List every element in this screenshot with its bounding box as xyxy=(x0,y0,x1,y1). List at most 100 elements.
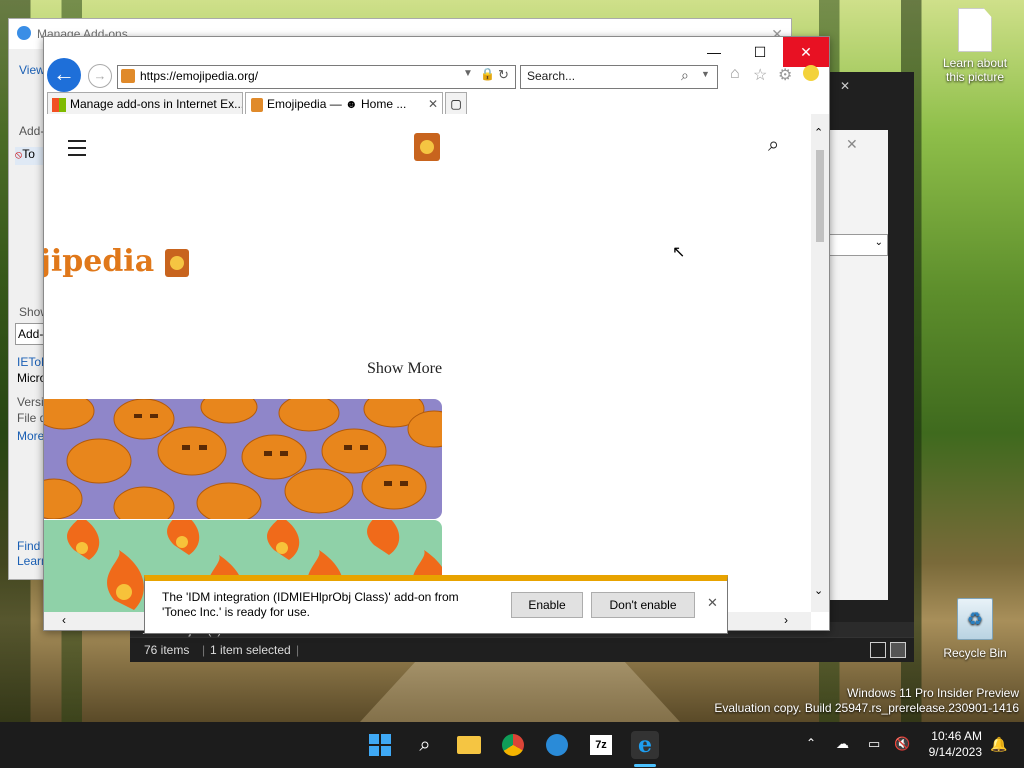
vertical-scrollbar[interactable]: ⌃ ⌄ xyxy=(811,114,829,612)
status-divider: | xyxy=(296,643,300,657)
home-icon[interactable]: ⌂ xyxy=(730,65,740,83)
chevron-down-icon: ⌄ xyxy=(874,237,883,248)
site-favicon xyxy=(121,69,135,83)
scroll-down-icon[interactable]: ⌄ xyxy=(814,584,823,597)
wordmark-text: jipedia xyxy=(44,244,155,279)
close-icon[interactable]: ✕ xyxy=(846,136,858,153)
start-icon[interactable] xyxy=(366,731,394,759)
search-placeholder[interactable]: Search... xyxy=(527,69,575,83)
view-link[interactable]: View xyxy=(19,63,45,77)
maximize-icon[interactable]: ☐ xyxy=(737,37,783,67)
addon-types-label: Add- xyxy=(19,124,45,138)
back-button[interactable]: ← xyxy=(47,58,81,92)
clock-date: 9/14/2023 xyxy=(928,745,982,759)
windows-watermark: Windows 11 Pro Insider Preview Evaluatio… xyxy=(714,686,1019,716)
recycle-bin-icon: ♻ xyxy=(957,598,993,640)
toolbars-label: To xyxy=(22,147,35,161)
halloween-pumpkins-image[interactable] xyxy=(44,399,442,519)
tab-label: Emojipedia — ☻ Home ... xyxy=(267,97,407,111)
close-icon[interactable]: ✕ xyxy=(783,37,829,67)
address-bar[interactable]: https://emojipedia.org/ ▼ 🔒 ↻ xyxy=(117,65,516,89)
volume-muted-icon[interactable]: 🔇 xyxy=(894,736,910,752)
desktop-icon-label: Recycle Bin xyxy=(943,646,1007,660)
tiles-view-icon[interactable] xyxy=(890,642,906,658)
show-more-link[interactable]: Show More xyxy=(367,360,442,378)
version-label: Versi xyxy=(17,395,44,409)
emojipedia-logo-icon[interactable] xyxy=(414,133,440,161)
show-dropdown-value: Add- xyxy=(18,327,44,341)
7zip-icon[interactable]: 7z xyxy=(587,731,615,759)
windows-logo-icon xyxy=(52,97,66,112)
internet-explorer-icon[interactable]: e xyxy=(631,731,659,759)
chrome-icon[interactable] xyxy=(499,731,527,759)
document-icon xyxy=(958,8,992,52)
ie-globe-icon xyxy=(17,26,31,40)
status-items: 76 items xyxy=(144,643,190,657)
explorer-dialog-fragment: ✕ ⌄ xyxy=(826,130,888,600)
search-box[interactable]: Search... ⌕ ▼ xyxy=(520,65,718,89)
refresh-icon[interactable]: ↻ xyxy=(498,67,509,83)
search-icon[interactable]: ⌕ xyxy=(411,731,439,759)
network-app-icon[interactable] xyxy=(543,731,571,759)
scroll-left-icon[interactable]: ‹ xyxy=(62,613,66,627)
gear-icon[interactable]: ⚙ xyxy=(778,65,792,85)
active-app-indicator xyxy=(634,764,656,767)
addon-publisher: Micro xyxy=(17,371,47,385)
scroll-right-icon[interactable]: › xyxy=(784,613,788,627)
dropdown-fragment[interactable]: ⌄ xyxy=(826,234,888,256)
forward-button[interactable]: → xyxy=(88,64,112,88)
minimize-icon[interactable]: — xyxy=(691,37,737,67)
mouse-cursor: ↖ xyxy=(672,244,686,261)
scroll-up-icon[interactable]: ⌃ xyxy=(814,126,823,139)
close-icon[interactable]: ✕ xyxy=(707,595,718,611)
notification-message: The 'IDM integration (IDMIEHlprObj Class… xyxy=(162,590,459,620)
smiley-feedback-icon[interactable] xyxy=(803,65,819,81)
tab-emojipedia[interactable]: Emojipedia — ☻ Home ... ✕ xyxy=(245,92,443,116)
emojipedia-wordmark[interactable]: jipedia xyxy=(44,244,189,279)
notification-bell-icon[interactable]: 🔔 xyxy=(990,736,1007,753)
ie-toolbar-area: — ☐ ✕ ← → https://emojipedia.org/ ▼ 🔒 ↻ … xyxy=(44,37,829,116)
status-divider: | xyxy=(202,643,206,657)
watermark-line2: Evaluation copy. Build 25947.rs_prerelea… xyxy=(714,701,1019,715)
forward-arrow-icon: → xyxy=(93,68,107,83)
new-tab-icon: ▢ xyxy=(450,97,462,111)
page-content: ⌕ jipedia Show More ↖ xyxy=(44,114,811,612)
details-view-icon[interactable] xyxy=(870,642,886,658)
toolbars-item[interactable]: ⦸To xyxy=(15,147,45,165)
tab-label: Manage add-ons in Internet Ex... xyxy=(70,97,243,111)
back-arrow-icon: ← xyxy=(53,61,75,86)
address-text[interactable]: https://emojipedia.org/ xyxy=(140,69,258,83)
file-explorer-icon[interactable] xyxy=(455,731,483,759)
dropdown-arrow-icon[interactable]: ▼ xyxy=(463,68,473,79)
network-icon[interactable]: ▭ xyxy=(868,736,880,752)
lock-icon[interactable]: 🔒 xyxy=(480,67,495,81)
file-date-label: File d xyxy=(17,411,47,425)
new-tab-button[interactable]: ▢ xyxy=(445,92,467,116)
internet-explorer-window: — ☐ ✕ ← → https://emojipedia.org/ ▼ 🔒 ↻ … xyxy=(43,36,830,631)
clock-time: 10:46 AM xyxy=(931,729,982,743)
dropdown-arrow-icon[interactable]: ▼ xyxy=(701,69,710,79)
enable-button[interactable]: Enable xyxy=(511,592,583,618)
cloud-sync-icon[interactable]: ☁ xyxy=(836,736,849,752)
pumpkins-illustration xyxy=(44,399,442,519)
taskbar: ⌕ 7z e ⌃ ☁ ▭ 🔇 10:46 AM 9/14/2023 🔔 xyxy=(0,722,1024,768)
tab-manage-addons[interactable]: Manage add-ons in Internet Ex... xyxy=(47,92,243,116)
find-more-link[interactable]: Find xyxy=(17,539,40,553)
status-selected: 1 item selected xyxy=(210,643,291,657)
addon-notification-bar: The 'IDM integration (IDMIEHlprObj Class… xyxy=(144,575,728,634)
chevron-up-icon[interactable]: ⌃ xyxy=(806,736,816,750)
dont-enable-button[interactable]: Don't enable xyxy=(591,592,695,618)
search-icon[interactable]: ⌕ xyxy=(681,67,689,84)
favorites-star-icon[interactable]: ☆ xyxy=(753,65,767,85)
scroll-thumb[interactable] xyxy=(816,150,824,242)
desktop-icon-learn-picture[interactable]: Learn about this picture xyxy=(940,8,1010,84)
hamburger-menu-icon[interactable] xyxy=(68,140,86,156)
search-icon[interactable]: ⌕ xyxy=(768,134,779,157)
close-tab-icon[interactable]: ✕ xyxy=(428,93,438,115)
more-info-link[interactable]: More xyxy=(17,429,44,443)
desktop-icon-label: Learn about this picture xyxy=(942,56,1008,84)
windows-start-logo xyxy=(369,734,391,756)
clock[interactable]: 10:46 AM 9/14/2023 xyxy=(920,728,982,760)
desktop-icon-recycle-bin[interactable]: ♻ Recycle Bin xyxy=(940,598,1010,660)
emojipedia-favicon xyxy=(251,97,263,112)
